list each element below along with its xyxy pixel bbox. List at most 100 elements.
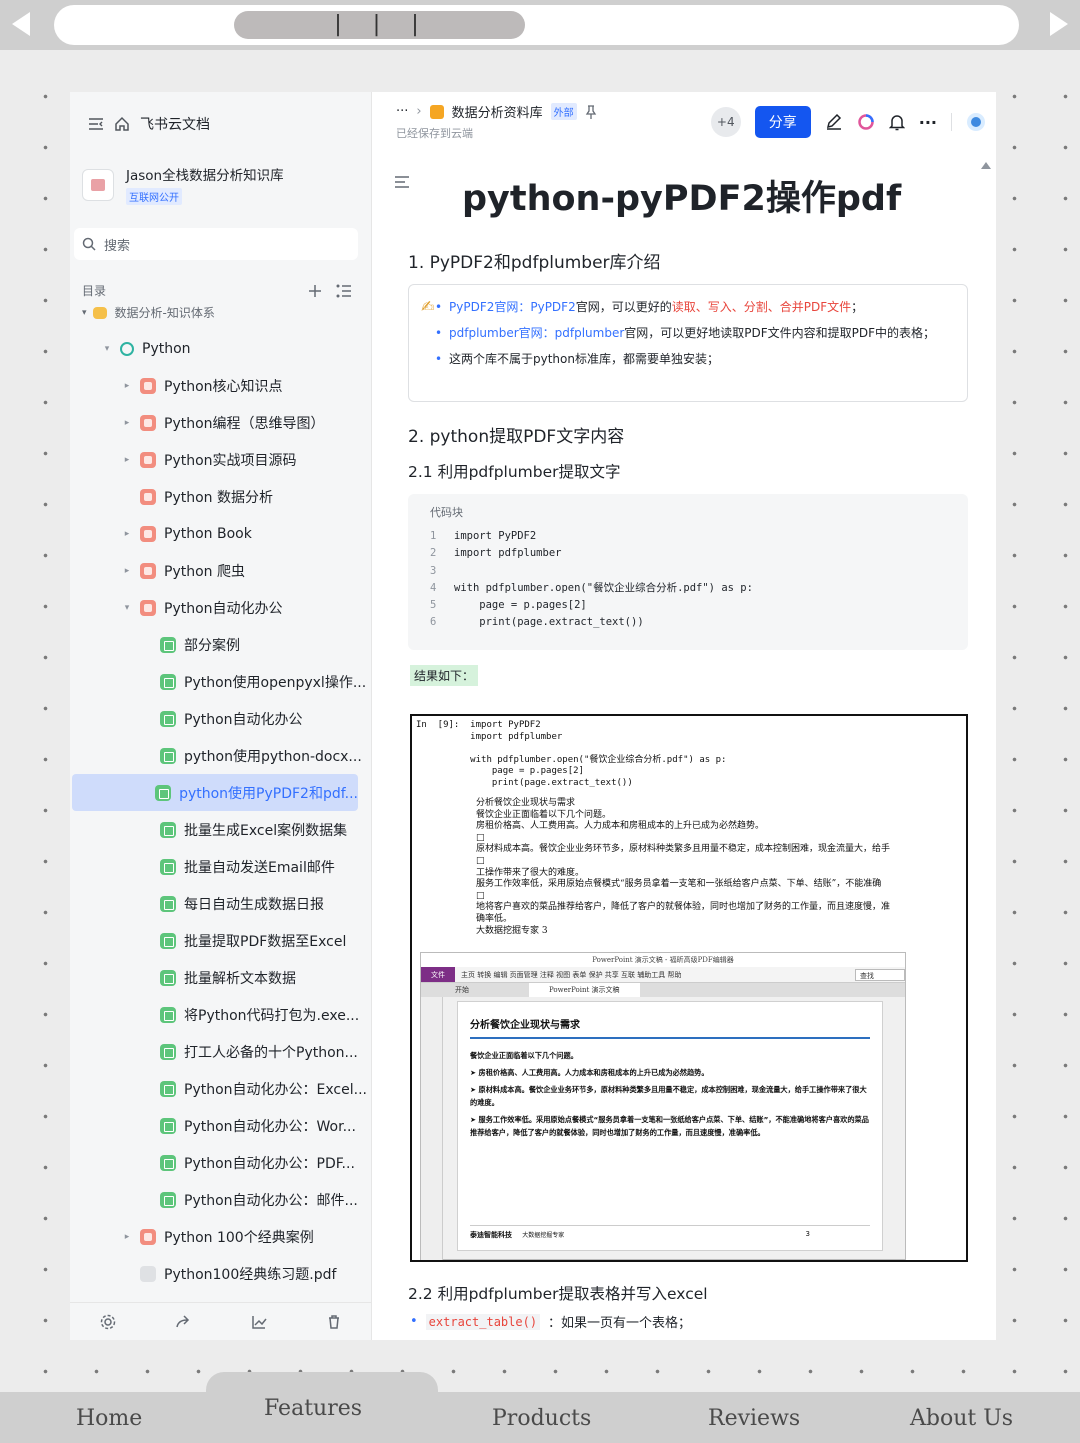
- sidebar-item[interactable]: ▾ Python自动化办公: [70, 589, 372, 626]
- code-text: import PyPDF2: [454, 530, 537, 542]
- breadcrumb-ellipsis[interactable]: ···: [396, 104, 408, 119]
- bullet-text: ：如果一页有一个表格；: [548, 1316, 692, 1331]
- sidebar-item[interactable]: 每日自动生成数据日报: [70, 885, 372, 922]
- sidebar-item[interactable]: Python100经典练习题.pdf: [70, 1255, 372, 1292]
- app-name[interactable]: 飞书云文档: [140, 114, 210, 134]
- sidebar-item[interactable]: 部分案例: [70, 626, 372, 663]
- chevron-icon[interactable]: ▾: [120, 603, 134, 613]
- doc-icon: [140, 599, 156, 616]
- search-input[interactable]: 搜索: [74, 228, 358, 260]
- chevron-icon[interactable]: ▸: [120, 418, 134, 428]
- sidebar-item[interactable]: 批量解析文本数据: [70, 959, 372, 996]
- pypdf2-link[interactable]: PyPDF2官网：: [449, 300, 530, 314]
- analytics-icon[interactable]: [251, 1314, 267, 1330]
- doc-icon: [140, 414, 156, 431]
- sidebar-item[interactable]: ▾ Python: [70, 330, 372, 367]
- sidebar-item[interactable]: Python自动化办公：邮件...: [70, 1181, 372, 1218]
- doc-icon: [140, 488, 156, 505]
- chevron-icon[interactable]: ▸: [120, 455, 134, 465]
- sidebar-item[interactable]: ▸ Python编程（思维导图）: [70, 404, 372, 441]
- trash-icon[interactable]: [326, 1314, 342, 1330]
- toc-root[interactable]: ▾ 数据分析-知识体系: [82, 304, 215, 321]
- callout-highlight-1: 读取、写入、分割、合并PDF文件: [671, 300, 852, 314]
- knowledge-base-card[interactable]: Jason全栈数据分析知识库 互联网公开: [82, 164, 284, 205]
- doc-icon: [160, 1006, 176, 1023]
- chevron-icon[interactable]: ▸: [120, 381, 134, 391]
- heading-intro: 1. PyPDF2和pdfplumber库介绍: [408, 253, 661, 273]
- sidebar-item[interactable]: python使用PyPDF2和pdf...: [72, 774, 358, 811]
- outline-icon[interactable]: [394, 176, 410, 188]
- address-pill[interactable]: [54, 5, 1019, 45]
- home-icon[interactable]: [114, 116, 130, 132]
- nav-features[interactable]: Features: [264, 1396, 362, 1421]
- nav-reviews[interactable]: Reviews: [708, 1406, 800, 1431]
- list-settings-icon[interactable]: [336, 284, 352, 298]
- nav-home[interactable]: Home: [76, 1406, 142, 1431]
- bullet-extract-table: • extract_table() ：如果一页有一个表格；: [410, 1312, 691, 1331]
- sidebar-item[interactable]: ▸ Python Book: [70, 515, 372, 552]
- sidebar-item[interactable]: Python自动化办公：Excel...: [70, 1070, 372, 1107]
- sidebar-item[interactable]: Python自动化办公: [70, 700, 372, 737]
- sidebar-item[interactable]: ▸ Python实战项目源码: [70, 441, 372, 478]
- callout-end-1: ；: [851, 300, 864, 314]
- sidebar-item[interactable]: 将Python代码打包为.exe...: [70, 996, 372, 1033]
- pypdf2-site-link[interactable]: PyPDF2: [530, 300, 575, 314]
- pdfplumber-site-link[interactable]: pdfplumber: [555, 326, 625, 340]
- assistant-icon[interactable]: [857, 113, 875, 131]
- code-block[interactable]: 代码块 1 import PyPDF2 2 import pdfplumber 3 4 wi…: [408, 494, 968, 650]
- pdf-tab-doc: PowerPoint 演示文稿: [529, 983, 640, 997]
- user-avatar-icon[interactable]: [966, 112, 986, 132]
- chevron-icon[interactable]: ▸: [120, 1232, 134, 1242]
- share-out-icon[interactable]: [175, 1314, 191, 1330]
- sidebar-item[interactable]: Python自动化办公：Wor...: [70, 1107, 372, 1144]
- sidebar-item[interactable]: 批量生成Excel案例数据集: [70, 811, 372, 848]
- sidebar-item[interactable]: ▸ Python 爬虫: [70, 552, 372, 589]
- output-line: 房租价格高、人工费用高。人力成本和房租成本的上升已成为必然趋势。: [476, 821, 765, 832]
- breadcrumb-current[interactable]: 数据分析资料库: [452, 102, 543, 121]
- scroll-up-icon[interactable]: [980, 160, 992, 170]
- add-icon[interactable]: [308, 284, 322, 298]
- doc-icon: [140, 562, 156, 579]
- top-bar: | | |: [0, 0, 1080, 50]
- pdf-search-box: 查找: [855, 969, 905, 981]
- search-icon: [82, 237, 96, 251]
- bell-icon[interactable]: [888, 113, 905, 131]
- sidebar-item-label: Python: [142, 340, 191, 357]
- chevron-icon[interactable]: ▸: [120, 566, 134, 576]
- pdf-menu-bar: 文件 主页 转换 编辑 页面管理 注释 视图 表单 保护 共享 互联 辅助工具 …: [421, 967, 905, 983]
- pdf-line: ➤ 服务工作效率低。采用原始点餐模式“服务员拿着一支笔和一张纸给客户点菜、下单、…: [470, 1115, 869, 1137]
- chevron-icon[interactable]: ▸: [120, 529, 134, 539]
- nav-about[interactable]: About Us: [910, 1406, 1013, 1431]
- sidebar-item[interactable]: 打工人必备的十个Python...: [70, 1033, 372, 1070]
- sidebar-item-label: Python自动化办公: [164, 600, 283, 617]
- sidebar-item[interactable]: ▸ Python 100个经典案例: [70, 1218, 372, 1255]
- pdfplumber-link[interactable]: pdfplumber官网：: [449, 326, 555, 340]
- share-button[interactable]: 分享: [754, 106, 811, 138]
- doc-icon: [160, 969, 176, 986]
- sidebar-item[interactable]: ▸ Python核心知识点: [70, 367, 372, 404]
- more-menu-button[interactable]: ···: [919, 113, 937, 132]
- sidebar-item-label: 部分案例: [184, 637, 240, 654]
- sidebar-item[interactable]: python使用python-docx...: [70, 737, 372, 774]
- sidebar-item[interactable]: 批量自动发送Email邮件: [70, 848, 372, 885]
- edit-icon[interactable]: [825, 113, 843, 131]
- sidebar-item[interactable]: Python 数据分析: [70, 478, 372, 515]
- forward-arrow-icon[interactable]: [1050, 12, 1068, 36]
- drag-handle[interactable]: | | |: [234, 11, 525, 39]
- nav-products[interactable]: Products: [492, 1406, 591, 1431]
- sidebar-item[interactable]: Python自动化办公：PDF...: [70, 1144, 372, 1181]
- sidebar-item-label: 批量解析文本数据: [184, 970, 296, 987]
- line-number: 3: [430, 564, 437, 577]
- chevron-icon[interactable]: ▾: [100, 344, 114, 354]
- collapse-sidebar-icon[interactable]: [88, 117, 104, 131]
- sidebar-item[interactable]: 批量提取PDF数据至Excel: [70, 922, 372, 959]
- toc-label: 目录: [82, 284, 107, 298]
- sidebar: 飞书云文档 Jason全栈数据分析知识库 互联网公开 搜索 目录 ▾ 数据分析-…: [70, 92, 372, 1340]
- pin-icon[interactable]: [585, 104, 597, 119]
- collaborators-count[interactable]: +4: [710, 107, 741, 137]
- settings-icon[interactable]: [100, 1314, 116, 1330]
- doc-icon: [140, 377, 156, 394]
- back-arrow-icon[interactable]: [12, 12, 30, 36]
- heading-extract-table: 2.2 利用pdfplumber提取表格并写入excel: [408, 1285, 708, 1303]
- sidebar-item[interactable]: Python使用openpyxl操作...: [70, 663, 372, 700]
